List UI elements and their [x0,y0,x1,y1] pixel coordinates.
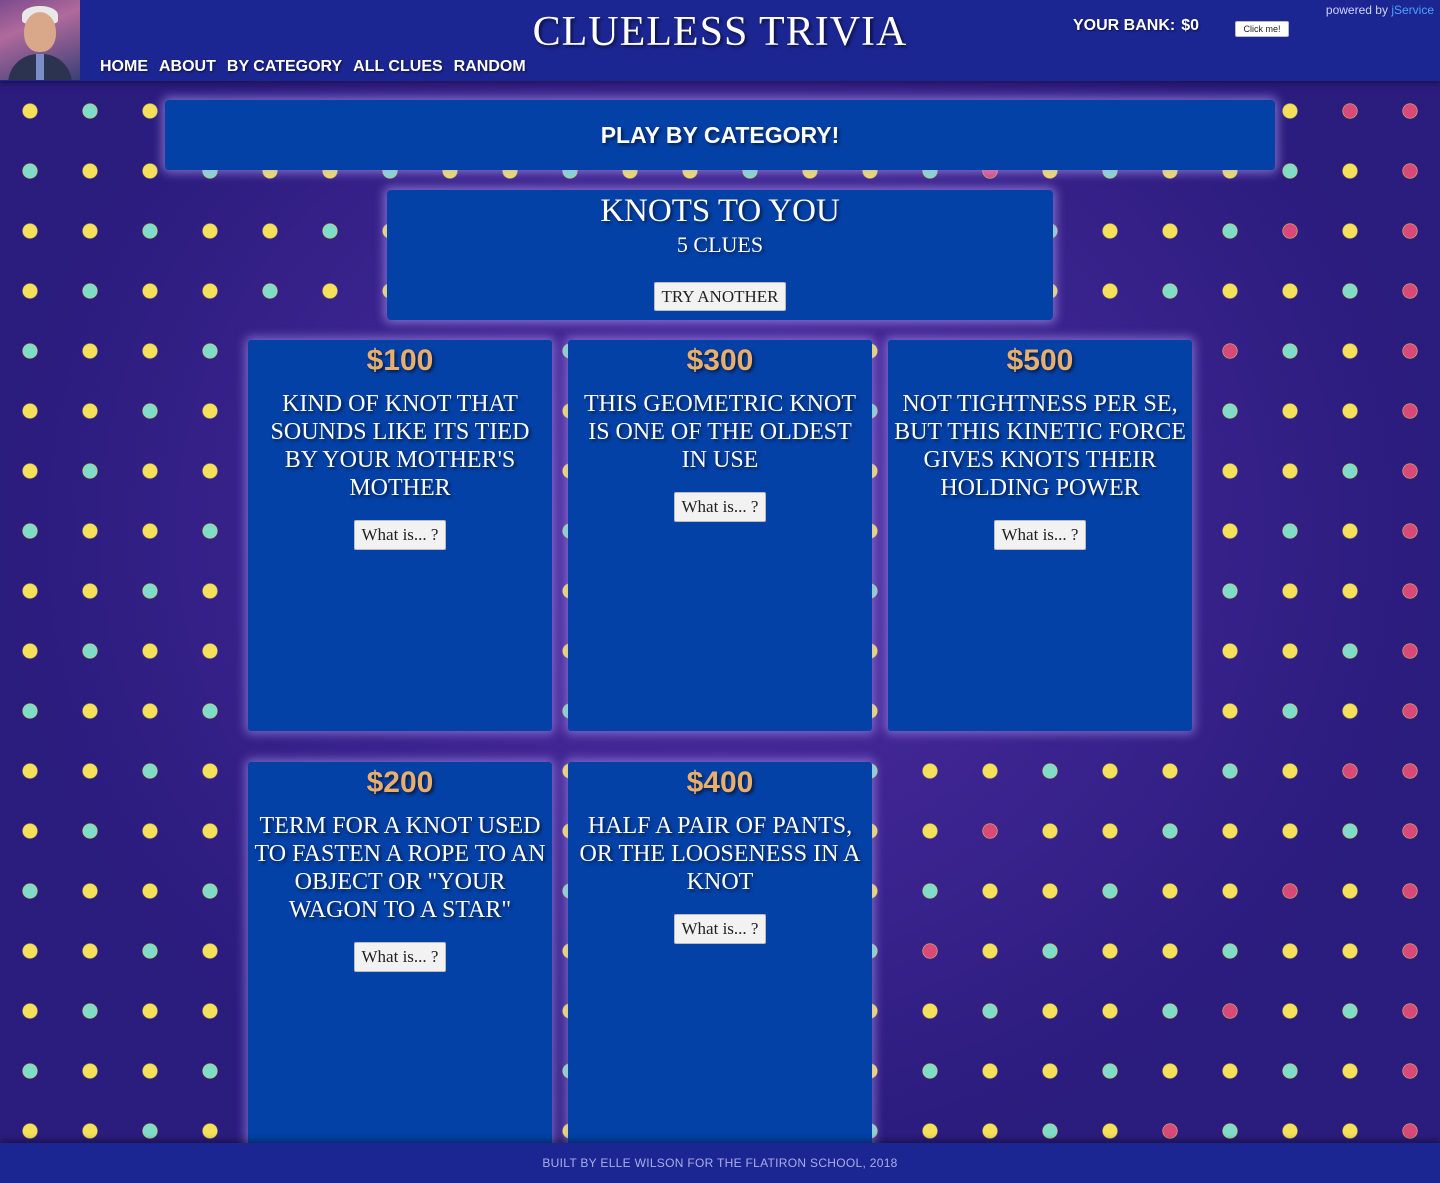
nav-all-clues[interactable]: ALL CLUES [353,58,442,76]
banner-title: PLAY BY CATEGORY! [600,121,840,148]
clue-question: Half a pair of pants, or the looseness i… [579,813,861,895]
nav-random[interactable]: RANDOM [454,58,526,76]
nav-by-category[interactable]: BY CATEGORY [227,58,342,76]
answer-button[interactable]: What is... ? [353,520,447,550]
clue-value: $400 [686,766,754,799]
clue-value: $500 [1006,344,1074,377]
answer-button[interactable]: What is... ? [673,914,767,944]
clue-question: This geometric knot is one of the oldest… [584,391,856,473]
answer-button[interactable]: What is... ? [673,492,767,522]
clue-value: $100 [366,344,434,377]
site-footer: BUILT BY ELLE WILSON FOR THE FLATIRON SC… [0,1143,1440,1183]
category-clue-count: 5 CLUES [676,232,764,257]
bank-label: YOUR BANK: [1073,17,1176,34]
clue-value: $300 [686,344,754,377]
site-header: CLUELESS TRIVIA HOME ABOUT BY CATEGORY A… [0,0,1440,81]
answer-button[interactable]: What is... ? [993,520,1087,550]
clue-question: Not tightness per se, but this kinetic f… [894,391,1186,501]
try-another-button[interactable]: TRY ANOTHER [654,282,786,311]
clue-question: Kind of knot that sounds like its tied b… [270,391,530,501]
clue-card-100: $100 Kind of knot that sounds like its t… [248,340,552,731]
jservice-link[interactable]: jService [1391,3,1434,17]
category-panel: KNOTS TO YOU 5 CLUES TRY ANOTHER [387,190,1053,320]
category-title: KNOTS TO YOU [600,193,840,229]
main-nav: HOME ABOUT BY CATEGORY ALL CLUES RANDOM [100,58,526,76]
bank-display: YOUR BANK: $0 [1073,17,1199,35]
clue-card-400: $400 Half a pair of pants, or the loosen… [568,762,872,1153]
clue-question: Term for a knot used to fasten a rope to… [254,813,546,923]
clue-card-300: $300 This geometric knot is one of the o… [568,340,872,731]
powered-by: powered by jService [1326,3,1434,17]
site-title: CLUELESS TRIVIA [532,9,908,55]
clue-card-200: $200 Term for a knot used to fasten a ro… [248,762,552,1153]
answer-button[interactable]: What is... ? [353,942,447,972]
play-by-category-banner: PLAY BY CATEGORY! [165,100,1275,170]
nav-about[interactable]: ABOUT [159,58,216,76]
clue-card-500: $500 Not tightness per se, but this kine… [888,340,1192,731]
powered-by-label: powered by [1325,3,1388,17]
bank-amount: $0 [1181,17,1200,34]
clue-value: $200 [366,766,434,799]
nav-home[interactable]: HOME [100,58,148,76]
click-me-button[interactable]: Click me! [1235,21,1289,37]
footer-credit: BUILT BY ELLE WILSON FOR THE FLATIRON SC… [542,1156,898,1170]
